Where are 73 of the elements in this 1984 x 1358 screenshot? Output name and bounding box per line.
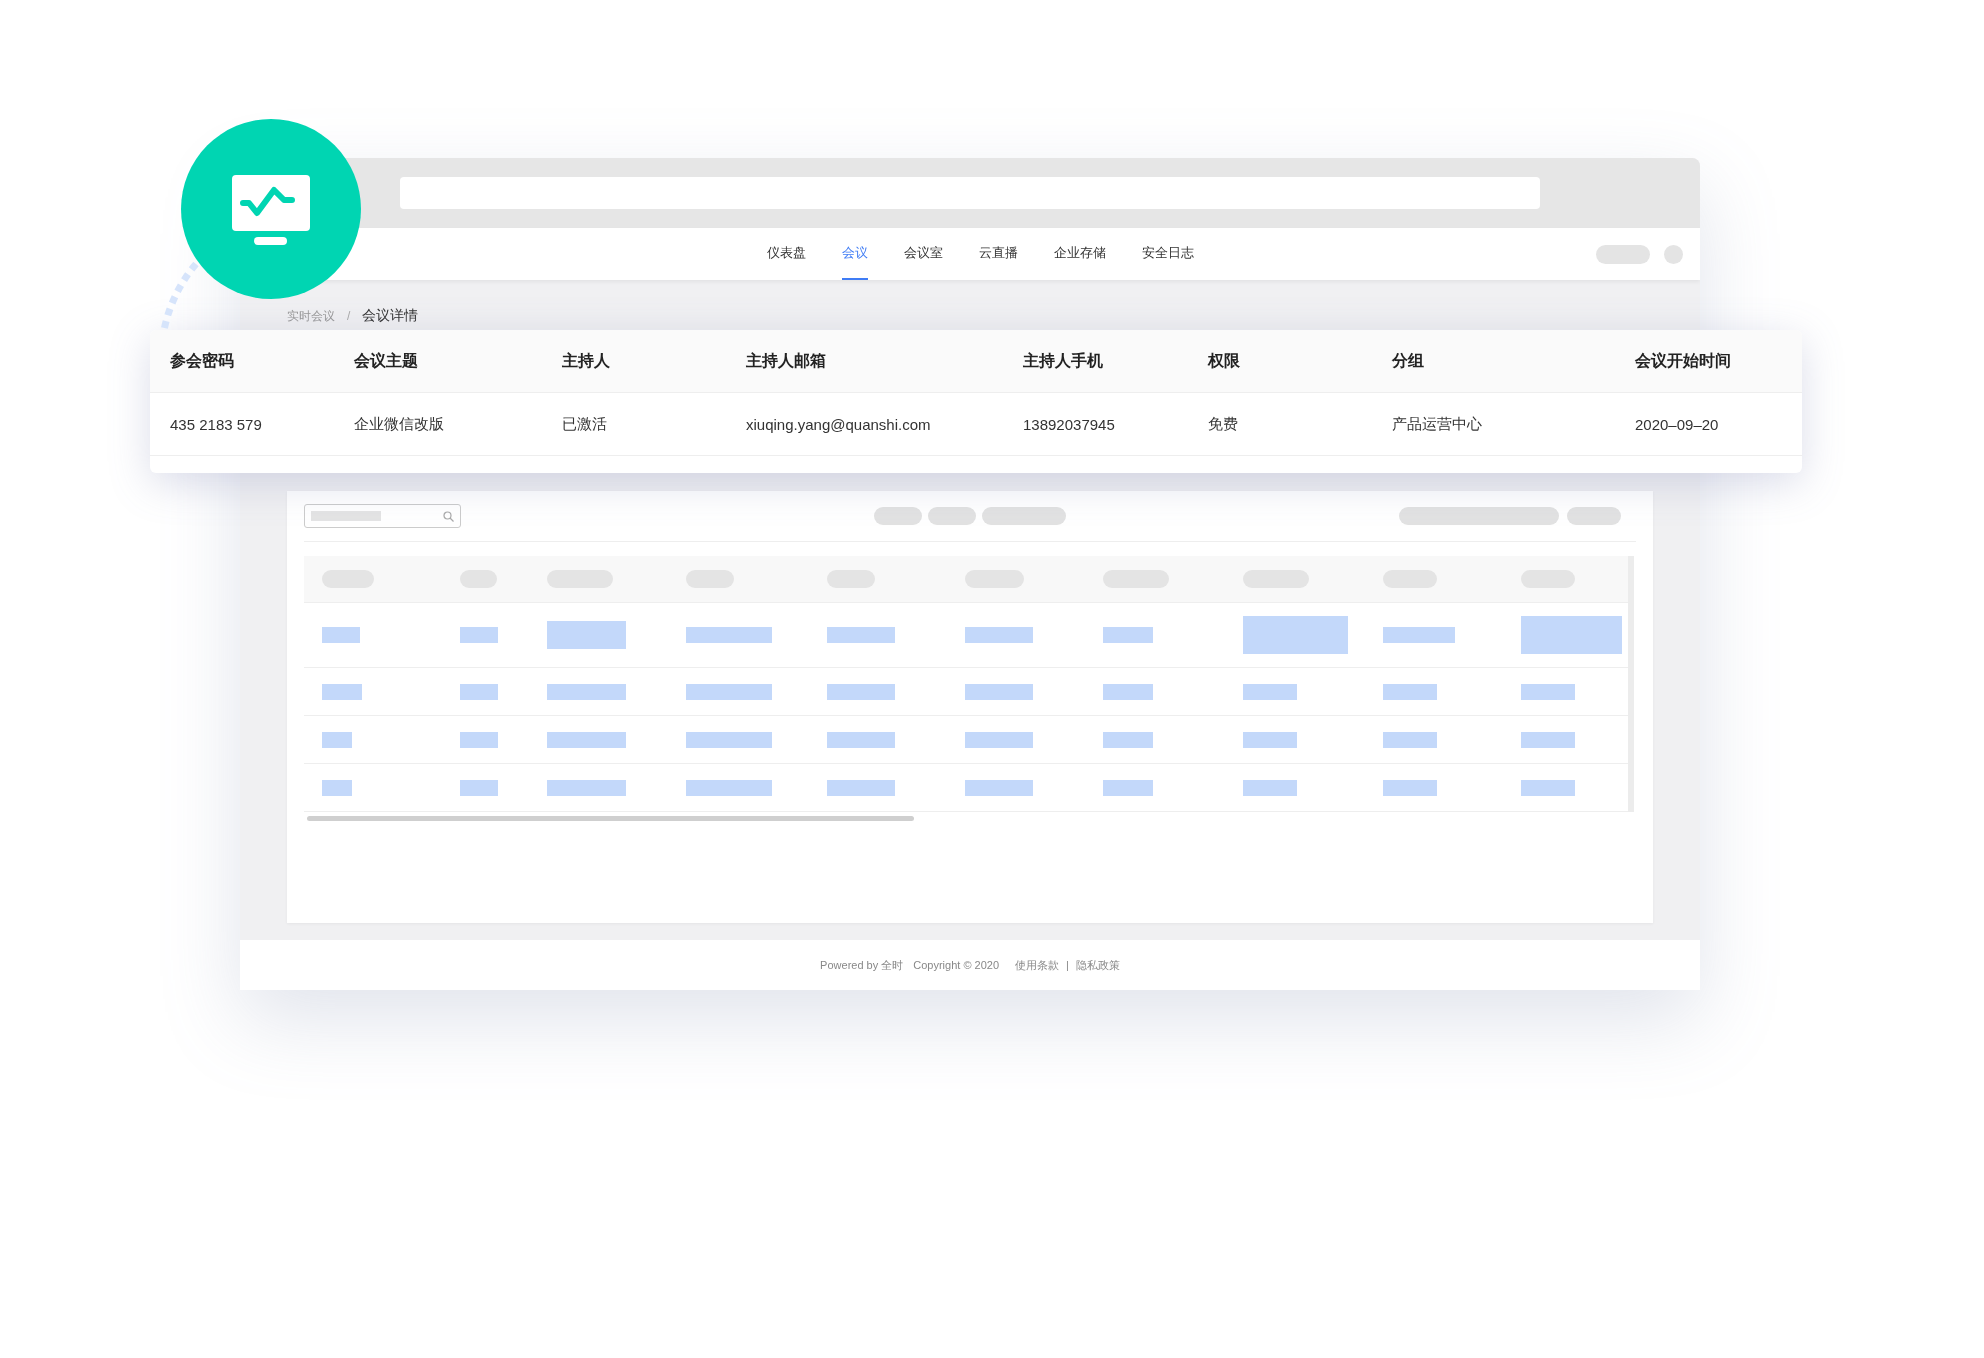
nav-tab[interactable]: 会议室 bbox=[904, 228, 943, 280]
table-cell-text: 产品运营中心 bbox=[1392, 414, 1483, 434]
placeholder-bar bbox=[1383, 627, 1455, 643]
search-icon bbox=[443, 510, 454, 522]
placeholder-bar bbox=[827, 731, 895, 748]
table-cell-text: xiuqing.yang@quanshi.com bbox=[746, 415, 932, 433]
footer-link[interactable]: 使用条款 bbox=[1015, 957, 1060, 973]
footer-text: Powered by 全时 bbox=[820, 957, 904, 973]
table-cell-text: 企业微信改版 bbox=[354, 414, 445, 434]
tab-placeholder[interactable] bbox=[982, 507, 1066, 525]
placeholder-bar bbox=[322, 731, 352, 748]
nav-tab[interactable]: 云直播 bbox=[979, 228, 1018, 280]
user-placeholder[interactable] bbox=[1596, 244, 1650, 264]
placeholder-bar bbox=[965, 683, 1033, 700]
table-cell-text: 已激活 bbox=[562, 414, 608, 434]
placeholder-bar bbox=[460, 731, 498, 748]
placeholder-bar bbox=[965, 627, 1033, 643]
placeholder-bar bbox=[322, 779, 352, 796]
tab-placeholder[interactable] bbox=[874, 507, 922, 525]
placeholder-bar bbox=[460, 627, 498, 643]
placeholder-bar bbox=[1521, 683, 1575, 700]
column-header: 主持人邮箱 bbox=[746, 350, 827, 371]
table-cell-text: 13892037945 bbox=[1023, 415, 1116, 433]
monitor-pulse-icon bbox=[232, 175, 310, 247]
placeholder-bar bbox=[1103, 731, 1153, 748]
placeholder-bar bbox=[827, 627, 895, 643]
placeholder-bar bbox=[1243, 731, 1297, 748]
placeholder-bar bbox=[1383, 731, 1437, 748]
placeholder-bar bbox=[460, 779, 498, 796]
placeholder-bar bbox=[1243, 683, 1297, 700]
search-field[interactable] bbox=[304, 504, 461, 528]
button-placeholder[interactable] bbox=[1567, 507, 1621, 525]
table-cell-text: 435 2183 579 bbox=[170, 415, 263, 433]
footer-link[interactable]: 隐私政策 bbox=[1075, 957, 1120, 973]
column-header: 分组 bbox=[1392, 350, 1425, 371]
dotted-line-drawing bbox=[160, 262, 200, 332]
column-header: 权限 bbox=[1208, 350, 1241, 371]
avatar-placeholder[interactable] bbox=[1664, 244, 1683, 264]
footer-separator: | bbox=[1066, 959, 1069, 971]
placeholder-bar bbox=[1243, 779, 1297, 796]
table-cell-text: 2020–09–20 bbox=[1635, 415, 1720, 433]
button-placeholder[interactable] bbox=[1399, 507, 1559, 525]
placeholder-bar bbox=[827, 779, 895, 796]
scrollbar[interactable] bbox=[307, 816, 914, 821]
nav-tab[interactable]: 安全日志 bbox=[1142, 228, 1194, 280]
placeholder-bar bbox=[311, 511, 381, 521]
placeholder-bar bbox=[1383, 683, 1437, 700]
copyright-text: Copyright © 2020 bbox=[913, 959, 1000, 971]
placeholder-bar bbox=[965, 779, 1033, 796]
nav-tab[interactable]: 仪表盘 bbox=[767, 228, 806, 280]
column-header: 主持人手机 bbox=[1023, 350, 1104, 371]
placeholder-bar bbox=[1103, 779, 1153, 796]
placeholder-bar bbox=[965, 731, 1033, 748]
nav-tab[interactable]: 企业存储 bbox=[1054, 228, 1106, 280]
placeholder-bar bbox=[1521, 731, 1575, 748]
placeholder-bar bbox=[1383, 779, 1437, 796]
breadcrumb-separator: / bbox=[347, 309, 351, 323]
placeholder-bar bbox=[1103, 683, 1153, 700]
placeholder-bar bbox=[460, 683, 498, 700]
placeholder-bar bbox=[1521, 779, 1575, 796]
placeholder-bar bbox=[322, 683, 362, 700]
breadcrumb-item: 会议详情 bbox=[362, 307, 419, 325]
placeholder-bar bbox=[827, 683, 895, 700]
nav-tab[interactable]: 会议 bbox=[842, 228, 868, 280]
column-header: 主持人 bbox=[562, 350, 611, 371]
address-bar[interactable] bbox=[400, 177, 1540, 209]
column-header: 会议开始时间 bbox=[1635, 350, 1732, 371]
column-header: 参会密码 bbox=[170, 350, 235, 371]
placeholder-bar bbox=[1103, 627, 1153, 643]
table-cell-text: 免费 bbox=[1208, 414, 1239, 434]
column-header: 会议主题 bbox=[354, 350, 419, 371]
placeholder-bar bbox=[322, 627, 360, 643]
tab-placeholder[interactable] bbox=[928, 507, 976, 525]
